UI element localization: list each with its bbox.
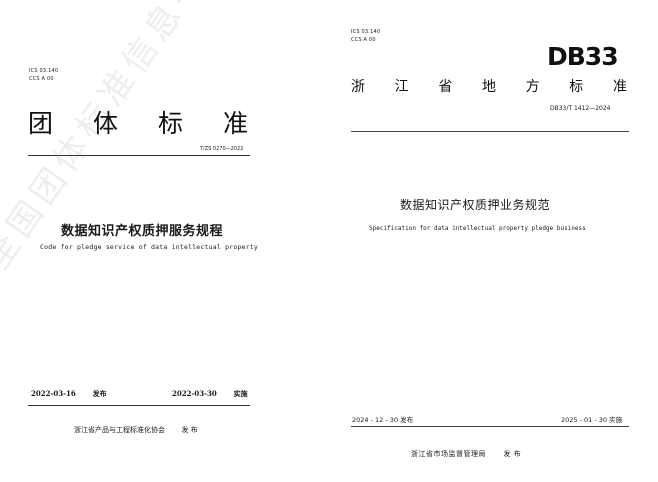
publish-date: 2022-03-16 发布 [31,389,107,399]
standard-category: 浙 江 省 地 方 标 准 [351,76,627,96]
db33-logo: DB33 [547,42,619,71]
issuer-action: 发 布 [503,450,522,458]
standard-number: T/ZS 0270—2022 [200,146,244,152]
right-standard-cover: ICS 03.140 CCS A 00 DB33 浙 江 省 地 方 标 准 D… [329,0,658,482]
standard-number: DB33/T 1412—2024 [550,105,611,112]
publish-label: 发布 [400,416,414,424]
ccs-code: CCS A 00 [29,76,54,82]
standard-title: 数据知识产权质押服务规程 [61,224,224,239]
category-char: 准 [222,109,248,138]
implement-date-value: 2025 - 01 - 30 [561,416,608,424]
category-char: 地 [481,79,496,95]
ics-code: ICS 03.140 [29,68,59,74]
implement-date: 2025 - 01 - 30 实施 [561,414,622,424]
category-char: 浙 [351,79,365,95]
implement-date: 2022-03-30 实施 [172,389,248,399]
issuer-action: 发 布 [181,426,198,434]
standard-title-en: Code for pledge service of data intellec… [40,243,259,251]
standard-category: 团 体 标 准 [28,104,248,140]
issuer-name: 浙江省市场监督管理局 [411,450,486,458]
divider [28,405,250,406]
category-char: 方 [525,79,540,95]
category-char: 江 [394,79,409,95]
ics-code: ICS 03.140 [351,29,381,35]
divider [28,155,250,156]
publish-date-value: 2022-03-16 [31,389,76,398]
category-char: 准 [612,79,627,95]
left-standard-cover: 全国团体标准信息平台 ICS 03.140 CCS A 00 团 体 标 准 T… [0,0,329,482]
implement-label: 实施 [609,416,623,424]
publish-date-value: 2024 - 12 - 30 [352,416,399,424]
standard-title: 数据知识产权质押业务规范 [400,198,551,212]
issuer: 浙江省市场监督管理局 发 布 [411,449,521,459]
divider [351,131,629,132]
ccs-code: CCS A 00 [351,37,376,43]
divider [351,426,629,427]
category-char: 标 [569,79,584,95]
publish-date: 2024 - 12 - 30 发布 [352,414,413,424]
issuer-name: 浙江省产品与工程标准化协会 [74,426,165,434]
standard-title-en: Specification for data intellectual prop… [369,225,586,232]
category-char: 省 [438,79,453,95]
implement-date-value: 2022-03-30 [172,389,217,398]
category-char: 团 [28,109,54,138]
implement-label: 实施 [233,389,248,398]
category-char: 标 [157,109,183,138]
publish-label: 发布 [92,389,107,398]
category-char: 体 [92,109,118,138]
issuer: 浙江省产品与工程标准化协会 发 布 [74,425,198,435]
